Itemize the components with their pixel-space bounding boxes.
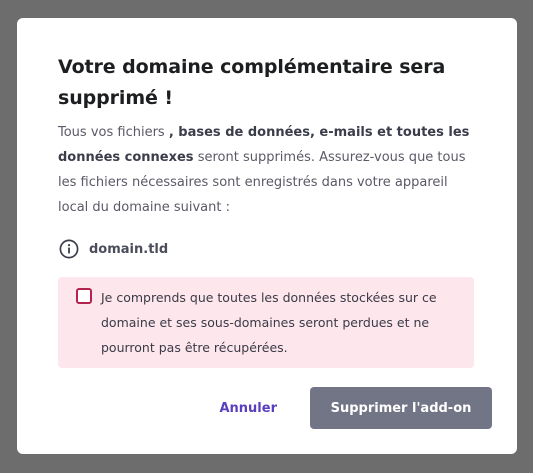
dialog-actions: Annuler Supprimer l'add-on [219, 387, 492, 429]
confirmation-box: Je comprends que toutes les données stoc… [58, 277, 474, 368]
cancel-button[interactable]: Annuler [219, 401, 277, 416]
delete-addon-dialog: Votre domaine complémentaire sera suppri… [17, 18, 517, 454]
domain-name: domain.tld [89, 241, 169, 257]
description-text-start: Tous vos fichiers [58, 125, 169, 140]
confirmation-label: Je comprends que toutes les données stoc… [101, 290, 437, 355]
dialog-description: Tous vos fichiers , bases de données, e-… [58, 120, 476, 220]
domain-row: domain.tld [58, 237, 476, 261]
dialog-title: Votre domaine complémentaire sera suppri… [58, 56, 446, 109]
confirm-checkbox[interactable] [76, 288, 92, 304]
info-icon [59, 239, 79, 259]
delete-addon-button[interactable]: Supprimer l'add-on [310, 387, 492, 429]
